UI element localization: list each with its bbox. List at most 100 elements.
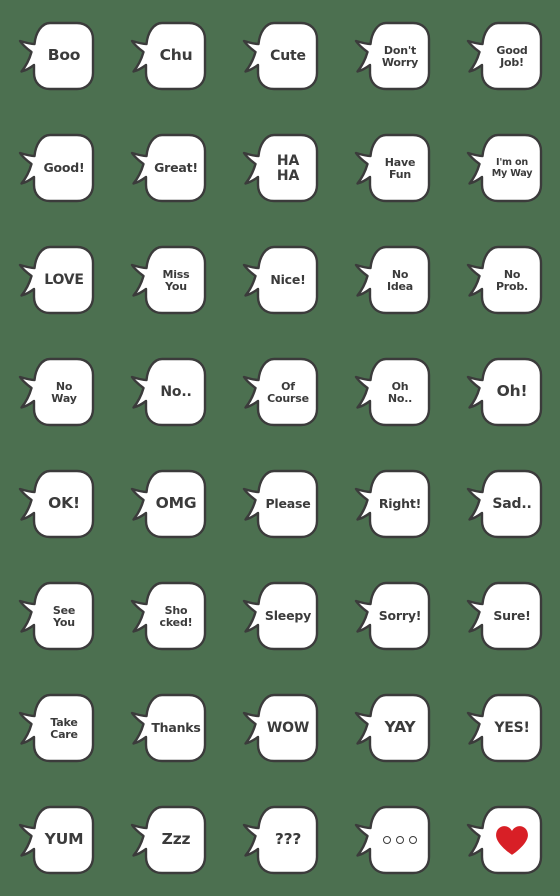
speech-bubble: Sorry! [353,579,431,653]
emoji-sticker-love[interactable]: LOVE [0,224,112,336]
emoji-sticker-chu[interactable]: Chu [112,0,224,112]
speech-bubble: Oh No.. [353,355,431,429]
speech-bubble-shape [18,357,95,427]
emoji-sticker-oh[interactable]: Oh! [448,336,560,448]
emoji-sticker-sleepy[interactable]: Sleepy [224,560,336,672]
emoji-sticker-thanks[interactable]: Thanks [112,672,224,784]
emoji-sticker-no-idea[interactable]: No Idea [336,224,448,336]
speech-bubble-shape [18,245,95,315]
speech-bubble-shape [242,469,319,539]
speech-bubble-shape [466,245,543,315]
speech-bubble-shape [242,581,319,651]
speech-bubble: Cute [241,19,319,93]
speech-bubble: Great! [129,131,207,205]
speech-bubble: ??? [241,803,319,877]
dot-icon [409,836,417,844]
emoji-sticker-boo[interactable]: Boo [0,0,112,112]
emoji-sticker-good[interactable]: Good! [0,112,112,224]
emoji-sticker-omg[interactable]: OMG [112,448,224,560]
emoji-sticker-great[interactable]: Great! [112,112,224,224]
speech-bubble-shape [18,469,95,539]
emoji-sticker-take-care[interactable]: Take Care [0,672,112,784]
emoji-sticker-miss-you[interactable]: Miss You [112,224,224,336]
emoji-sticker-yes[interactable]: YES! [448,672,560,784]
speech-bubble: Good! [17,131,95,205]
speech-bubble-shape [130,581,207,651]
heart-holder [484,803,540,877]
speech-bubble: LOVE [17,243,95,317]
dot-icon [383,836,391,844]
speech-bubble: Have Fun [353,131,431,205]
speech-bubble: Thanks [129,691,207,765]
emoji-sticker-question-marks[interactable]: ??? [224,784,336,896]
speech-bubble: Boo [17,19,95,93]
dot-icon [396,836,404,844]
speech-bubble-shape [18,805,95,875]
emoji-sticker-no-dots[interactable]: No.. [112,336,224,448]
speech-bubble-shape [18,133,95,203]
emoji-sticker-of-course[interactable]: Of Course [224,336,336,448]
emoji-sticker-see-you[interactable]: See You [0,560,112,672]
speech-bubble: OMG [129,467,207,541]
emoji-sticker-yum[interactable]: YUM [0,784,112,896]
speech-bubble-shape [18,581,95,651]
emoji-sticker-oh-no[interactable]: Oh No.. [336,336,448,448]
speech-bubble-shape [354,245,431,315]
emoji-sticker-right[interactable]: Right! [336,448,448,560]
emoji-sticker-ok[interactable]: OK! [0,448,112,560]
speech-bubble-shape [130,133,207,203]
emoji-sticker-no-way[interactable]: No Way [0,336,112,448]
emoji-sticker-shocked[interactable]: Sho cked! [112,560,224,672]
speech-bubble: Nice! [241,243,319,317]
speech-bubble-shape [354,133,431,203]
speech-bubble: No Prob. [465,243,543,317]
speech-bubble-shape [354,21,431,91]
speech-bubble: Of Course [241,355,319,429]
speech-bubble: No.. [129,355,207,429]
emoji-sticker-no-prob[interactable]: No Prob. [448,224,560,336]
speech-bubble: Good Job! [465,19,543,93]
speech-bubble-shape [242,693,319,763]
emoji-sticker-good-job[interactable]: Good Job! [448,0,560,112]
speech-bubble-shape [130,693,207,763]
emoji-sticker-cute[interactable]: Cute [224,0,336,112]
emoji-sticker-heart[interactable] [448,784,560,896]
speech-bubble: OK! [17,467,95,541]
speech-bubble: YAY [353,691,431,765]
speech-bubble-shape [466,693,543,763]
emoji-sticker-sad[interactable]: Sad.. [448,448,560,560]
emoji-sticker-have-fun[interactable]: Have Fun [336,112,448,224]
speech-bubble-shape [354,693,431,763]
speech-bubble-shape [242,357,319,427]
speech-bubble-shape [466,469,543,539]
ellipsis-dots [372,803,428,877]
emoji-sticker-ellipsis[interactable] [336,784,448,896]
speech-bubble-shape [466,133,543,203]
speech-bubble [353,803,431,877]
speech-bubble-shape [242,805,319,875]
speech-bubble-shape [242,21,319,91]
speech-bubble: WOW [241,691,319,765]
emoji-sticker-yay[interactable]: YAY [336,672,448,784]
emoji-sticker-wow[interactable]: WOW [224,672,336,784]
emoji-sticker-ha-ha[interactable]: HA HA [224,112,336,224]
speech-bubble-shape [130,805,207,875]
emoji-sticker-please[interactable]: Please [224,448,336,560]
speech-bubble-shape [18,21,95,91]
emoji-sticker-sure[interactable]: Sure! [448,560,560,672]
speech-bubble-shape [354,581,431,651]
speech-bubble [465,803,543,877]
speech-bubble: No Idea [353,243,431,317]
speech-bubble: See You [17,579,95,653]
speech-bubble-shape [242,133,319,203]
emoji-sticker-dont-worry[interactable]: Don't Worry [336,0,448,112]
emoji-sticker-sorry[interactable]: Sorry! [336,560,448,672]
speech-bubble: Don't Worry [353,19,431,93]
emoji-sticker-im-on-my-way[interactable]: I'm on My Way [448,112,560,224]
heart-icon [496,825,528,855]
speech-bubble-shape [130,357,207,427]
emoji-sticker-zzz[interactable]: Zzz [112,784,224,896]
emoji-sticker-nice[interactable]: Nice! [224,224,336,336]
speech-bubble-shape [466,357,543,427]
speech-bubble: YES! [465,691,543,765]
